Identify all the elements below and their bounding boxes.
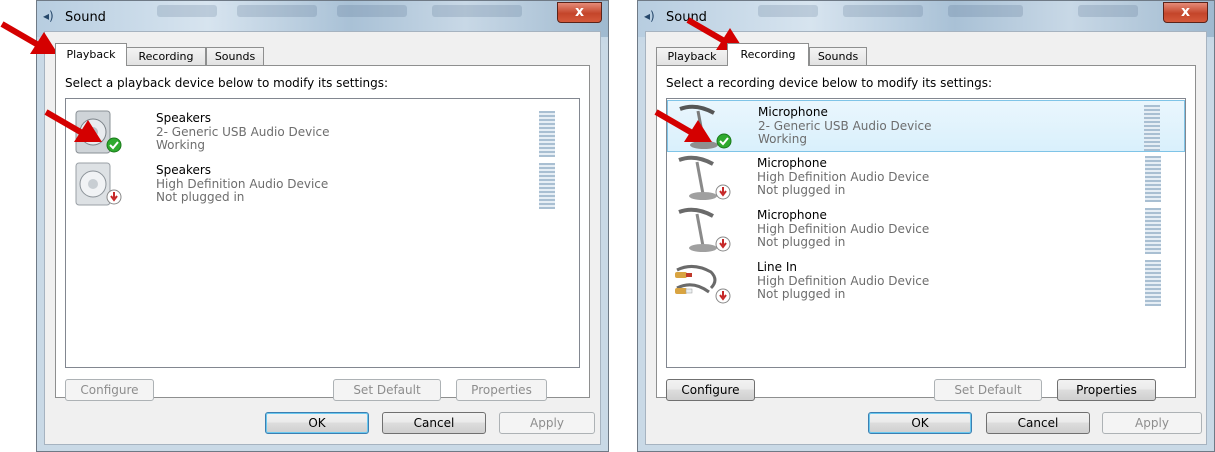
check-badge-icon	[716, 133, 732, 149]
device-description: 2- Generic USB Audio Device	[156, 125, 330, 139]
annotation-arrow-icon	[654, 109, 712, 142]
cancel-button[interactable]: Cancel	[382, 412, 486, 434]
background-window-text	[843, 5, 923, 17]
device-item[interactable]: Speakers High Definition Audio Device No…	[66, 159, 579, 211]
device-name: Microphone	[757, 156, 827, 170]
tab-playback[interactable]: Playback	[55, 43, 127, 66]
background-window-text	[157, 5, 217, 17]
device-item-selected[interactable]: Microphone 2- Generic USB Audio Device W…	[667, 100, 1185, 152]
dialog-body: Playback Recording Sounds Select a recor…	[645, 31, 1207, 445]
annotation-arrow-icon	[0, 21, 58, 54]
device-name: Microphone	[758, 105, 828, 119]
device-name: Line In	[757, 260, 797, 274]
apply-button[interactable]: Apply	[499, 412, 595, 434]
speaker-app-icon[interactable]: ◂)	[644, 9, 658, 23]
properties-button[interactable]: Properties	[1057, 379, 1156, 401]
background-window-text	[237, 5, 317, 17]
properties-button[interactable]: Properties	[456, 379, 547, 401]
unplugged-badge-icon	[715, 184, 731, 200]
level-meter	[1144, 105, 1160, 151]
device-list[interactable]: Speakers 2- Generic USB Audio Device Wor…	[65, 98, 580, 368]
apply-button[interactable]: Apply	[1102, 412, 1202, 434]
ok-button[interactable]: OK	[868, 412, 972, 434]
background-window-text	[1078, 5, 1138, 17]
device-item[interactable]: Line In High Definition Audio Device Not…	[667, 256, 1185, 308]
instruction-text: Select a playback device below to modify…	[65, 76, 389, 90]
device-description: High Definition Audio Device	[757, 274, 930, 288]
background-window-text	[758, 5, 818, 17]
level-meter	[1145, 260, 1161, 306]
device-status: Not plugged in	[156, 190, 245, 204]
device-name: Speakers	[156, 111, 212, 125]
check-badge-icon	[106, 137, 122, 153]
window-title: Sound	[65, 10, 106, 25]
device-name: Speakers	[156, 163, 212, 177]
device-status: Working	[758, 132, 807, 146]
configure-button[interactable]: Configure	[666, 379, 755, 401]
annotation-arrow-icon	[44, 109, 102, 142]
close-button[interactable]: x	[557, 2, 602, 23]
sound-dialog-recording: ◂) Sound x Playback Recording Sounds Sel…	[637, 0, 1215, 452]
tab-recording[interactable]: Recording	[126, 47, 206, 65]
device-description: High Definition Audio Device	[757, 170, 930, 184]
background-window-text	[948, 5, 1023, 17]
tab-recording[interactable]: Recording	[727, 43, 809, 66]
unplugged-badge-icon	[715, 236, 731, 252]
device-item[interactable]: Microphone High Definition Audio Device …	[667, 204, 1185, 256]
tab-panel: Select a recording device below to modif…	[656, 65, 1196, 401]
device-description: 2- Generic USB Audio Device	[758, 119, 932, 133]
sound-dialog-playback: ◂) Sound x Playback Recording Sounds Sel…	[36, 0, 609, 452]
level-meter	[539, 163, 555, 209]
device-status: Not plugged in	[757, 183, 846, 197]
device-item[interactable]: Speakers 2- Generic USB Audio Device Wor…	[66, 107, 579, 159]
tab-sounds[interactable]: Sounds	[206, 47, 264, 65]
level-meter	[1145, 208, 1161, 254]
set-default-button[interactable]: Set Default	[934, 379, 1042, 401]
device-list[interactable]: Microphone 2- Generic USB Audio Device W…	[666, 98, 1186, 368]
device-description: High Definition Audio Device	[156, 177, 329, 191]
ok-button[interactable]: OK	[265, 412, 369, 434]
configure-button[interactable]: Configure	[65, 379, 154, 401]
device-status: Not plugged in	[757, 235, 846, 249]
unplugged-badge-icon	[715, 288, 731, 304]
device-status: Not plugged in	[757, 287, 846, 301]
tab-panel: Select a playback device below to modify…	[55, 65, 590, 401]
tab-sounds[interactable]: Sounds	[809, 47, 867, 65]
close-button[interactable]: x	[1163, 2, 1208, 23]
cancel-button[interactable]: Cancel	[986, 412, 1090, 434]
background-window-text	[337, 5, 407, 17]
unplugged-badge-icon	[106, 189, 122, 205]
device-description: High Definition Audio Device	[757, 222, 930, 236]
level-meter	[1145, 156, 1161, 202]
device-name: Microphone	[757, 208, 827, 222]
background-window-text	[432, 5, 522, 17]
device-status: Working	[156, 138, 205, 152]
level-meter	[539, 111, 555, 157]
set-default-button[interactable]: Set Default	[333, 379, 441, 401]
instruction-text: Select a recording device below to modif…	[666, 76, 993, 90]
device-item[interactable]: Microphone High Definition Audio Device …	[667, 152, 1185, 204]
dialog-body: Playback Recording Sounds Select a playb…	[44, 31, 601, 445]
